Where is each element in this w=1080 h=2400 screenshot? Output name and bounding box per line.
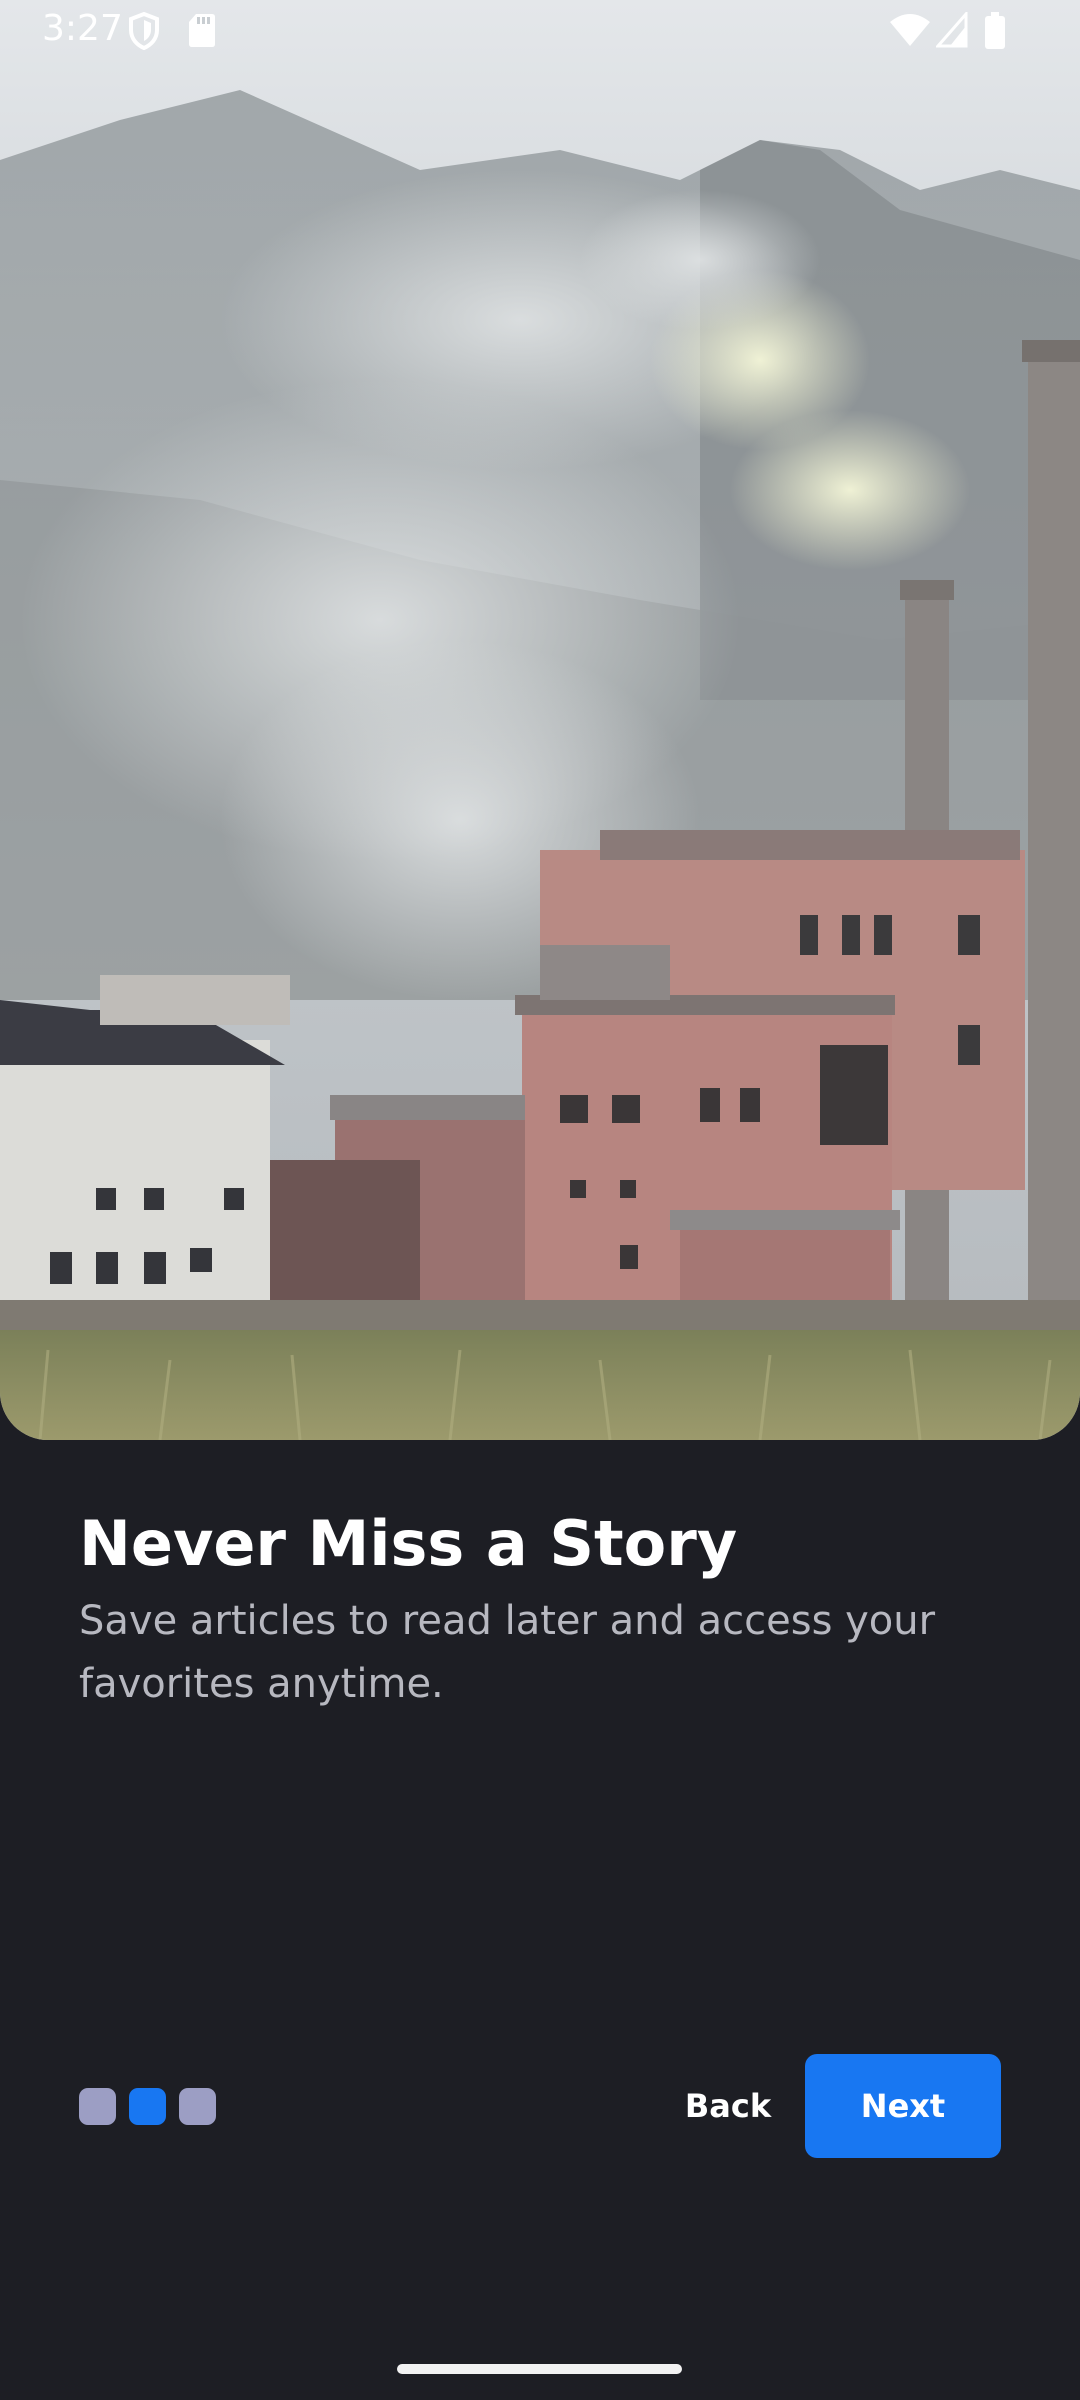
onboarding-screen: 3:27 Never Miss a Story Save articles to…	[0, 0, 1080, 2400]
gesture-nav-handle[interactable]	[397, 2364, 682, 2374]
status-time: 3:27	[42, 8, 123, 49]
signal-icon	[934, 10, 968, 52]
hero-image	[0, 0, 1080, 1440]
next-button[interactable]: Next	[805, 2054, 1001, 2158]
battery-icon	[984, 12, 1006, 54]
onboarding-title: Never Miss a Story	[79, 1507, 738, 1580]
back-button[interactable]: Back	[660, 2054, 796, 2158]
page-dot-3[interactable]	[179, 2088, 216, 2125]
sd-card-icon	[188, 12, 216, 52]
status-bar: 3:27	[0, 0, 1080, 64]
shield-icon	[128, 11, 160, 54]
page-dot-2-active[interactable]	[129, 2088, 166, 2125]
page-dot-1[interactable]	[79, 2088, 116, 2125]
onboarding-subtitle: Save articles to read later and access y…	[79, 1598, 936, 1707]
page-indicator	[79, 2088, 216, 2125]
wifi-icon	[890, 12, 930, 52]
